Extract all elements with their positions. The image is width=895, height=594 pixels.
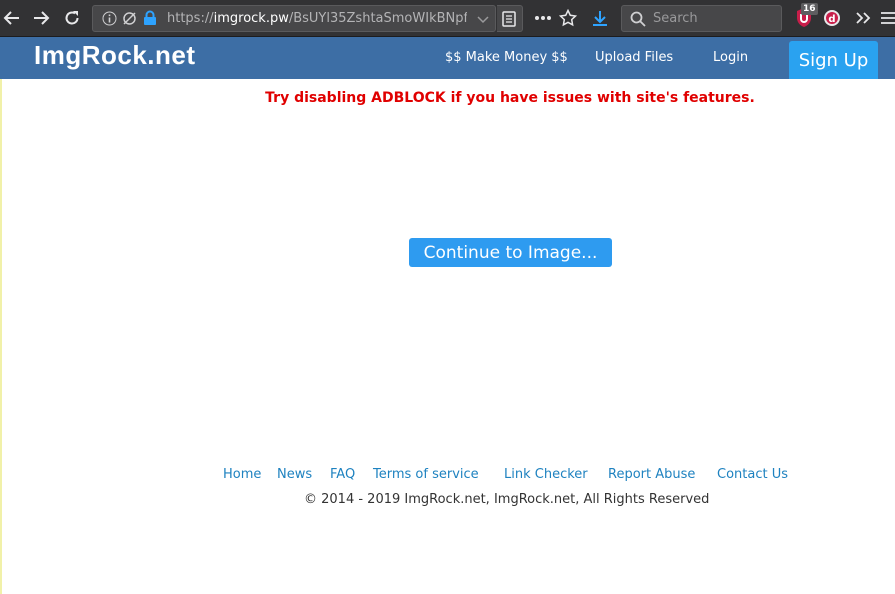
reload-icon[interactable] — [60, 6, 84, 30]
info-icon[interactable] — [102, 11, 117, 30]
url-text[interactable]: https://imgrock.pw/BsUYl35ZshtaSmoWIkBNp… — [167, 11, 467, 26]
back-icon[interactable] — [0, 6, 24, 30]
lock-icon[interactable] — [143, 10, 157, 30]
extension-d-icon[interactable]: d — [820, 6, 844, 30]
search-icon — [630, 11, 646, 27]
nav-make-money[interactable]: $$ Make Money $$ — [445, 50, 568, 65]
adblock-notice: Try disabling ADBLOCK if you have issues… — [265, 90, 755, 106]
continue-to-image-button[interactable]: Continue to Image... — [409, 238, 612, 267]
footer-link-home[interactable]: Home — [223, 467, 261, 482]
download-icon[interactable] — [588, 6, 612, 30]
menu-icon[interactable] — [876, 6, 895, 30]
copyright-text: © 2014 - 2019 ImgRock.net, ImgRock.net, … — [304, 492, 710, 507]
footer-link-report-abuse[interactable]: Report Abuse — [608, 467, 695, 482]
page-actions-icon[interactable] — [531, 6, 555, 30]
svg-text:d: d — [828, 14, 835, 25]
tracking-protection-icon[interactable] — [122, 11, 137, 30]
extension-badge: 16 — [801, 3, 818, 15]
footer-link-news[interactable]: News — [277, 467, 312, 482]
bookmark-star-icon[interactable] — [556, 6, 580, 30]
url-bar[interactable]: https://imgrock.pw/BsUYl35ZshtaSmoWIkBNp… — [92, 5, 496, 32]
site-header: ImgRock.net $$ Make Money $$ Upload File… — [0, 37, 895, 79]
footer-links: Home News FAQ Terms of service Link Chec… — [0, 467, 895, 485]
reader-view-button[interactable] — [497, 5, 523, 32]
footer-link-link-checker[interactable]: Link Checker — [504, 467, 588, 482]
nav-upload-files[interactable]: Upload Files — [595, 50, 673, 65]
overflow-chevron-icon[interactable] — [851, 6, 875, 30]
nav-login[interactable]: Login — [713, 50, 748, 65]
forward-icon[interactable] — [29, 6, 53, 30]
site-logo[interactable]: ImgRock.net — [34, 40, 196, 71]
footer-link-contact[interactable]: Contact Us — [717, 467, 788, 482]
footer-link-terms[interactable]: Terms of service — [373, 467, 479, 482]
page-edge — [0, 79, 2, 594]
signup-button[interactable]: Sign Up — [789, 41, 878, 79]
footer-link-faq[interactable]: FAQ — [330, 467, 355, 482]
browser-toolbar: https://imgrock.pw/BsUYl35ZshtaSmoWIkBNp… — [0, 0, 895, 37]
search-bar[interactable]: Search — [621, 5, 782, 32]
search-placeholder: Search — [653, 11, 698, 26]
chevron-down-icon[interactable] — [476, 12, 490, 31]
reader-view-icon — [502, 11, 516, 27]
extension-ublock-icon[interactable]: 16 — [792, 3, 818, 30]
